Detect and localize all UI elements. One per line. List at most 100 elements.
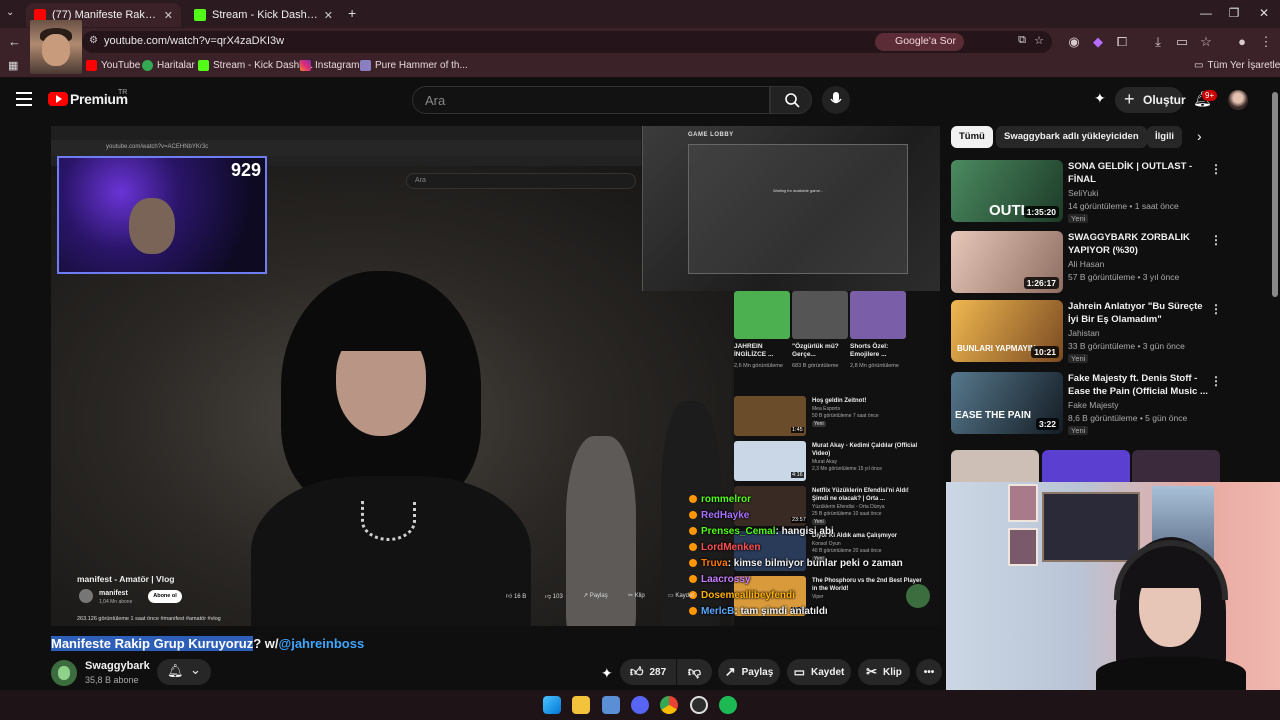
- share-button[interactable]: ↗ Paylaş: [718, 659, 780, 685]
- minimize-icon[interactable]: —: [1196, 6, 1216, 20]
- voice-search-button[interactable]: [822, 86, 850, 114]
- recommendation-item[interactable]: EASE THE PAIN 3:22 Fake Majesty ft. Deni…: [951, 372, 1231, 436]
- bookmark-youtube[interactable]: YouTube: [86, 60, 140, 71]
- scrollbar-thumb[interactable]: [1272, 92, 1278, 297]
- rec-thumbnail-partial[interactable]: [1042, 450, 1130, 484]
- rec-thumbnail-partial[interactable]: [1132, 450, 1220, 484]
- chip-related[interactable]: İlgili: [1147, 126, 1182, 148]
- more-vertical-icon[interactable]: ⋮: [1210, 233, 1222, 247]
- address-toolbar: ← ⚙ youtube.com/watch?v=qrX4zaDKI3w Goog…: [0, 28, 1280, 56]
- rec-duration: 1:26:17: [1023, 277, 1059, 289]
- search-input[interactable]: Ara: [412, 86, 770, 114]
- url-text[interactable]: youtube.com/watch?v=qrX4zaDKI3w: [104, 35, 284, 47]
- more-vertical-icon[interactable]: ⋮: [1210, 162, 1222, 176]
- apps-grid-icon[interactable]: ▦: [8, 59, 18, 72]
- extension-purple-icon[interactable]: ◆: [1090, 34, 1106, 50]
- chat-user: RedHayke: [701, 510, 750, 521]
- mention-link[interactable]: @jahreinboss: [279, 636, 365, 651]
- more-vertical-icon[interactable]: ⋮: [1210, 374, 1222, 388]
- chat-user: Prenses_Cemal: [701, 526, 776, 537]
- clip-button[interactable]: ✂ Klip: [858, 659, 910, 685]
- search-icon: [785, 93, 800, 108]
- rec-channel: Fake Majesty: [1068, 400, 1119, 410]
- premium-gem-icon[interactable]: ✦: [601, 665, 613, 682]
- more-actions-button[interactable]: •••: [916, 659, 942, 685]
- bookmark-star-icon[interactable]: ☆: [1034, 34, 1044, 47]
- obs-icon[interactable]: [690, 696, 708, 714]
- tab-kick-dashboard[interactable]: Stream - Kick Dashboard ✕: [186, 3, 341, 27]
- cast-gem-icon[interactable]: ✦: [1094, 90, 1106, 107]
- close-window-icon[interactable]: ✕: [1254, 6, 1274, 20]
- chip-from-uploader[interactable]: Swaggybark adlı yükleyiciden: [996, 126, 1147, 148]
- ask-google-button[interactable]: Google'a Sor: [875, 33, 964, 51]
- site-info-icon[interactable]: ⚙: [89, 35, 98, 46]
- channel-name[interactable]: Swaggybark: [85, 660, 150, 672]
- chrome-icon[interactable]: [660, 696, 678, 714]
- bookmark-pure-hammer[interactable]: Pure Hammer of th...: [360, 60, 468, 71]
- bookmark-instagram[interactable]: Instagram: [300, 60, 359, 71]
- bookmark-maps[interactable]: Haritalar: [142, 60, 195, 71]
- mini-rec-row: 1:45 Hoş geldin Zeitnot! Mea Esports 50 …: [734, 396, 940, 442]
- back-icon[interactable]: ←: [8, 34, 21, 49]
- extensions-puzzle-icon[interactable]: ⧠: [1114, 34, 1130, 50]
- notification-count-badge: 9+: [1202, 90, 1218, 101]
- recommendation-item[interactable]: OUTL 1:35:20 SONA GELDİK | OUTLAST - FİN…: [951, 160, 1231, 224]
- inner-share: ↗ Paylaş: [583, 593, 608, 599]
- save-button[interactable]: ▭ Kaydet: [787, 659, 851, 685]
- like-button[interactable]: 👍︎ 287: [620, 659, 676, 685]
- profile-icon[interactable]: ●: [1234, 34, 1250, 50]
- windows-start-icon[interactable]: [543, 696, 561, 714]
- mini-rec-title: Murat Akay - Kedimi Çaldılar (Official V…: [812, 443, 918, 457]
- app-icon[interactable]: [602, 696, 620, 714]
- file-explorer-icon[interactable]: [572, 696, 590, 714]
- rec-new-badge: Yeni: [1068, 354, 1089, 363]
- search-button[interactable]: [770, 86, 812, 114]
- inner-clip-label: Klip: [634, 593, 645, 599]
- chip-all[interactable]: Tümü: [951, 126, 993, 148]
- rec-thumbnail-partial[interactable]: [951, 450, 1039, 484]
- video-player[interactable]: youtube.com/watch?v=ACEHNbYKr3c Ara 929 …: [51, 126, 940, 626]
- bookmark-kick[interactable]: Stream - Kick Dashb...: [198, 60, 313, 71]
- chat-line: LordMenken: [689, 542, 760, 553]
- favorites-icon[interactable]: ☆: [1198, 34, 1214, 50]
- inner-dislike-count: 👎︎ 103: [545, 594, 563, 600]
- inner-clip: ✂ Klip: [628, 593, 645, 599]
- restore-icon[interactable]: ❐: [1224, 6, 1244, 20]
- recommendation-item[interactable]: 1:26:17 SWAGGYBARK ZORBALIK YAPIYOR (%30…: [951, 231, 1231, 295]
- like-icon: 👍︎: [629, 664, 644, 679]
- omnibox[interactable]: ⚙ youtube.com/watch?v=qrX4zaDKI3w Google…: [82, 31, 1052, 53]
- recommendation-item[interactable]: BUNLARI YAPMAYIN 10:21 Jahrein Anlatıyor…: [951, 300, 1231, 364]
- browser-menu-icon[interactable]: ⋮: [1258, 34, 1274, 50]
- account-avatar[interactable]: [1228, 90, 1248, 110]
- chat-msg: : hangisi abi: [775, 526, 834, 537]
- notification-settings-button[interactable]: 🔔︎ ⌄: [157, 659, 211, 685]
- all-bookmarks[interactable]: ▭ Tüm Yer İşaretleri: [1194, 60, 1280, 71]
- create-button[interactable]: + Oluştur: [1115, 87, 1186, 113]
- reading-list-icon[interactable]: ▭: [1174, 34, 1190, 50]
- inner-webcam-person: [129, 198, 175, 254]
- chat-line: Laacrossy: [689, 574, 750, 585]
- short-views: 2,8 Mn görüntüleme: [850, 363, 899, 369]
- close-tab-icon[interactable]: ✕: [324, 9, 333, 22]
- more-vertical-icon[interactable]: ⋮: [1210, 302, 1222, 316]
- inner-save-label: Kaydet: [675, 593, 695, 599]
- download-icon[interactable]: ⤓: [1150, 34, 1166, 50]
- youtube-logo-icon[interactable]: [48, 92, 68, 106]
- chat-line: RedHayke: [689, 510, 749, 521]
- short-views: 2,6 Mn görüntüleme: [734, 363, 783, 369]
- mini-rec-channel: Murat Akay: [812, 459, 838, 465]
- chat-user: Dosemeallibeyfendi: [701, 590, 795, 601]
- new-tab-button[interactable]: +: [348, 5, 356, 21]
- hamburger-menu-icon[interactable]: [16, 92, 32, 106]
- spotify-icon[interactable]: [719, 696, 737, 714]
- lobby-title: GAME LOBBY: [688, 132, 734, 138]
- close-tab-icon[interactable]: ✕: [164, 9, 173, 22]
- dislike-button[interactable]: 👎︎: [677, 659, 712, 685]
- discord-icon[interactable]: [631, 696, 649, 714]
- channel-avatar[interactable]: [51, 660, 77, 686]
- tab-list-chevron-icon[interactable]: ⌄: [6, 7, 14, 18]
- bookmark-label: YouTube: [101, 60, 141, 71]
- chips-next-icon[interactable]: ›: [1197, 128, 1202, 144]
- install-icon[interactable]: ⧉: [1018, 34, 1026, 47]
- extension-icon[interactable]: ◉: [1066, 34, 1082, 50]
